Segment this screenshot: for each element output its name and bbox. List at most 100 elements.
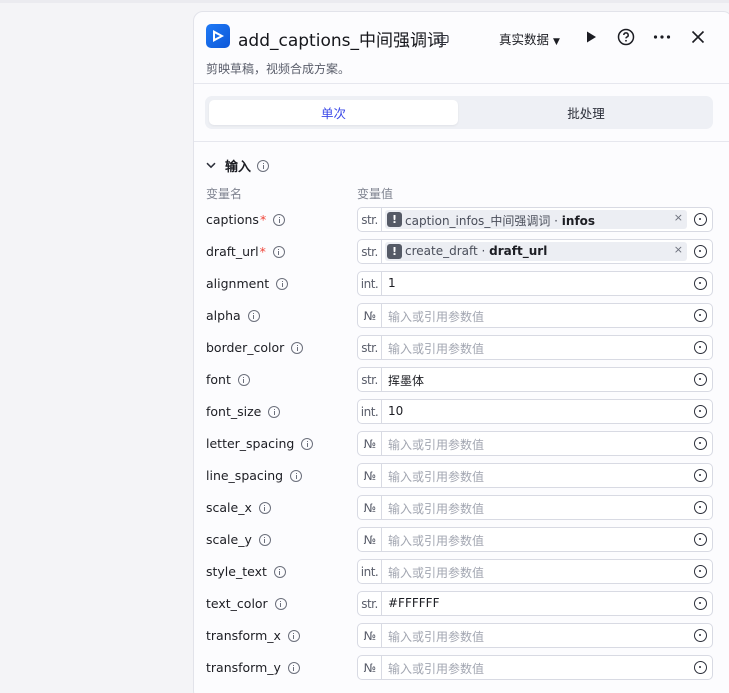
- info-icon[interactable]: [290, 469, 303, 482]
- node-config-panel: add_captions_中间强调词 真实数据 ▼ 剪映草稿，视频合成方案。 单次…: [193, 11, 729, 693]
- param-placeholder[interactable]: 输入或引用参数值: [388, 564, 484, 581]
- variable-picker-icon[interactable]: [694, 661, 707, 674]
- param-placeholder[interactable]: 输入或引用参数值: [388, 340, 484, 357]
- type-indicator: str.: [358, 592, 382, 615]
- info-icon[interactable]: [247, 309, 260, 322]
- variable-picker-icon[interactable]: [694, 213, 707, 226]
- param-placeholder[interactable]: 输入或引用参数值: [388, 628, 484, 645]
- param-value[interactable]: #FFFFFF: [388, 596, 439, 610]
- param-placeholder[interactable]: 输入或引用参数值: [388, 660, 484, 677]
- param-value-field[interactable]: № 输入或引用参数值: [357, 527, 713, 552]
- param-value-field[interactable]: str.! caption_infos_中间强调词 · infos ×: [357, 207, 713, 232]
- param-placeholder[interactable]: 输入或引用参数值: [388, 500, 484, 517]
- info-icon[interactable]: [287, 629, 300, 642]
- param-placeholder[interactable]: 输入或引用参数值: [388, 436, 484, 453]
- clear-icon[interactable]: ×: [674, 243, 683, 256]
- section-title: 输入: [225, 160, 252, 175]
- variable-picker-icon[interactable]: [694, 309, 707, 322]
- help-button[interactable]: [615, 26, 637, 48]
- param-value-field[interactable]: № 输入或引用参数值: [357, 623, 713, 648]
- info-icon[interactable]: [273, 565, 286, 578]
- param-name: alpha: [206, 308, 241, 323]
- param-value-field[interactable]: int. 10: [357, 399, 713, 424]
- param-value-field[interactable]: int. 1: [357, 271, 713, 296]
- param-value-field[interactable]: str. 输入或引用参数值: [357, 335, 713, 360]
- info-icon[interactable]: [258, 501, 271, 514]
- variable-picker-icon[interactable]: [694, 341, 707, 354]
- param-name: alignment: [206, 276, 270, 291]
- play-icon: [587, 31, 596, 43]
- param-label: border_color: [206, 340, 304, 355]
- param-value-field[interactable]: № 输入或引用参数值: [357, 463, 713, 488]
- close-icon: [691, 30, 705, 44]
- param-value-field[interactable]: № 输入或引用参数值: [357, 303, 713, 328]
- info-icon[interactable]: [287, 661, 300, 674]
- param-value[interactable]: 1: [388, 276, 396, 290]
- info-icon[interactable]: [291, 341, 304, 354]
- info-icon[interactable]: [237, 373, 250, 386]
- param-placeholder[interactable]: 输入或引用参数值: [388, 308, 484, 325]
- param-value-field[interactable]: № 输入或引用参数值: [357, 495, 713, 520]
- variable-picker-icon[interactable]: [694, 533, 707, 546]
- param-value-field[interactable]: str. 挥墨体: [357, 367, 713, 392]
- info-icon[interactable]: [276, 277, 289, 290]
- info-icon[interactable]: [273, 213, 286, 226]
- input-section-header[interactable]: 输入: [206, 156, 270, 175]
- tab-single[interactable]: 单次: [209, 100, 458, 125]
- variable-picker-icon[interactable]: [694, 469, 707, 482]
- param-row-text-color: text_color str. #FFFFFF: [194, 588, 729, 620]
- variable-picker-icon[interactable]: [694, 373, 707, 386]
- chevron-down-icon: [206, 162, 216, 169]
- param-row-font-size: font_size int. 10: [194, 396, 729, 428]
- type-indicator: №: [358, 304, 382, 327]
- param-value-field[interactable]: int. 输入或引用参数值: [357, 559, 713, 584]
- variable-picker-icon[interactable]: [694, 629, 707, 642]
- more-button[interactable]: [651, 26, 673, 48]
- node-badge-icon[interactable]: [437, 31, 449, 50]
- required-marker: *: [259, 244, 266, 259]
- type-indicator: №: [358, 656, 382, 679]
- node-title: add_captions_中间强调词: [238, 31, 444, 51]
- param-value-field[interactable]: str. #FFFFFF: [357, 591, 713, 616]
- variable-picker-icon[interactable]: [694, 565, 707, 578]
- info-icon[interactable]: [258, 533, 271, 546]
- param-name: scale_x: [206, 500, 252, 515]
- variable-picker-icon[interactable]: [694, 597, 707, 610]
- data-mode-select[interactable]: 真实数据 ▼: [499, 29, 560, 48]
- variable-picker-icon[interactable]: [694, 277, 707, 290]
- param-value[interactable]: 10: [388, 404, 403, 418]
- info-icon[interactable]: [274, 597, 287, 610]
- variable-reference-tag[interactable]: ! caption_infos_中间强调词 · infos ×: [385, 210, 687, 229]
- param-value-field[interactable]: str.! create_draft · draft_url ×: [357, 239, 713, 264]
- panel-header: add_captions_中间强调词 真实数据 ▼ 剪映草稿，视频合成方案。: [194, 12, 729, 84]
- type-indicator: str.: [358, 240, 382, 263]
- info-icon[interactable]: [257, 159, 270, 172]
- tab-batch[interactable]: 批处理: [462, 100, 710, 125]
- variable-picker-icon[interactable]: [694, 437, 707, 450]
- ref-field: draft_url: [489, 244, 548, 258]
- variable-picker-icon[interactable]: [694, 405, 707, 418]
- run-button[interactable]: [580, 26, 602, 48]
- param-label: transform_x: [206, 628, 300, 643]
- param-placeholder[interactable]: 输入或引用参数值: [388, 532, 484, 549]
- param-row-alpha: alpha № 输入或引用参数值: [194, 300, 729, 332]
- param-label: scale_x: [206, 500, 271, 515]
- variable-reference-tag[interactable]: ! create_draft · draft_url ×: [385, 242, 687, 261]
- param-value-field[interactable]: № 输入或引用参数值: [357, 431, 713, 456]
- capcut-play-icon: [206, 24, 230, 48]
- param-row-transform-x: transform_x № 输入或引用参数值: [194, 620, 729, 652]
- close-button[interactable]: [687, 26, 709, 48]
- param-placeholder[interactable]: 输入或引用参数值: [388, 468, 484, 485]
- param-row-style-text: style_text int. 输入或引用参数值: [194, 556, 729, 588]
- variable-picker-icon[interactable]: [694, 245, 707, 258]
- info-icon[interactable]: [268, 405, 281, 418]
- variable-picker-icon[interactable]: [694, 501, 707, 514]
- info-icon[interactable]: [301, 437, 314, 450]
- param-value[interactable]: 挥墨体: [388, 372, 424, 389]
- clear-icon[interactable]: ×: [674, 211, 683, 224]
- type-indicator: str.: [358, 336, 382, 359]
- param-name: font: [206, 372, 231, 387]
- info-icon[interactable]: [272, 245, 285, 258]
- param-value-field[interactable]: № 输入或引用参数值: [357, 655, 713, 680]
- node-description: 剪映草稿，视频合成方案。: [206, 62, 351, 76]
